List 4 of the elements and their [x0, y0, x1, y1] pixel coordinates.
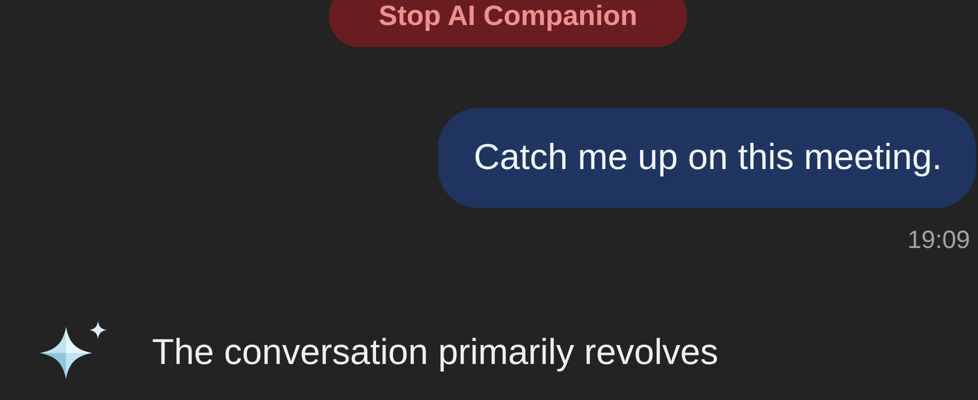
ai-response-text: The conversation primarily revolves — [152, 331, 718, 373]
user-message-bubble: Catch me up on this meeting. — [438, 108, 976, 208]
stop-ai-companion-button[interactable]: Stop AI Companion — [329, 0, 687, 47]
message-time: 19:09 — [907, 226, 970, 255]
